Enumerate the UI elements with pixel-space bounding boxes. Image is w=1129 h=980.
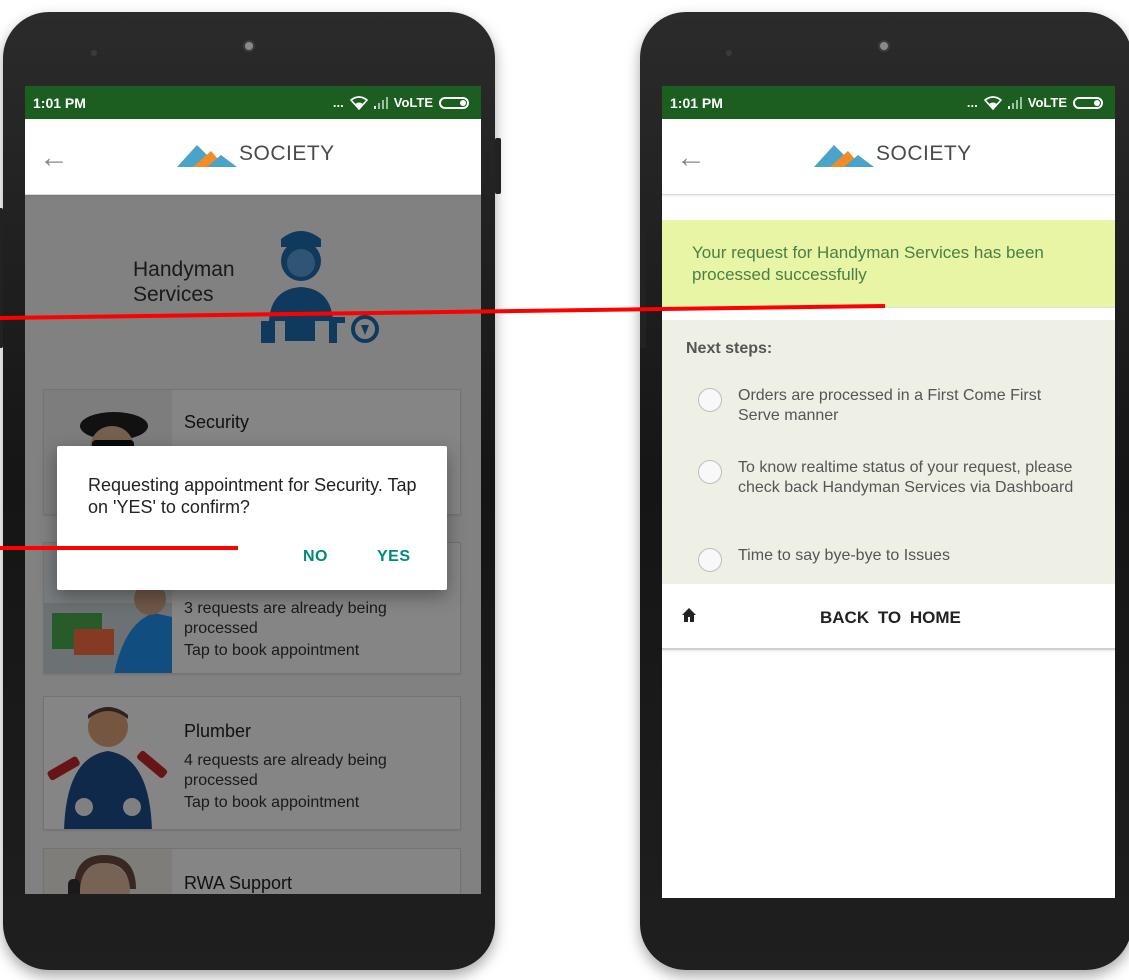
radio-icon[interactable] [698, 388, 722, 412]
next-steps-panel: Next steps: Orders are processed in a Fi… [662, 320, 1115, 584]
status-indicators: ... VoLTE [333, 95, 469, 110]
status-time: 1:01 PM [670, 94, 723, 111]
success-message: Your request for Handyman Services has b… [692, 243, 1044, 284]
status-bar: 1:01 PM ... VoLTE [25, 86, 481, 119]
radio-icon[interactable] [698, 548, 722, 572]
step-item[interactable]: Orders are processed in a First Come Fir… [698, 386, 1078, 426]
battery-icon [439, 96, 469, 109]
no-button[interactable]: NO [303, 548, 328, 566]
power-button [495, 138, 501, 194]
step-text: Orders are processed in a First Come Fir… [738, 387, 1042, 424]
radio-icon[interactable] [698, 460, 722, 484]
yes-button[interactable]: YES [377, 548, 411, 566]
wifi-icon [983, 95, 1002, 110]
back-to-home-label: BACK TO HOME [820, 608, 961, 627]
status-bar: 1:01 PM ... VoLTE [662, 86, 1115, 119]
home-icon [682, 608, 696, 622]
logo-text: SOCIETY [876, 142, 972, 165]
success-banner: Your request for Handyman Services has b… [662, 220, 1115, 308]
step-item[interactable]: Time to say bye-bye to Issues [698, 546, 1078, 572]
right-screen: 1:01 PM ... VoLTE ← SOCIETY Your request… [662, 86, 1115, 898]
front-sensor [91, 50, 97, 56]
app-bar: ← SOCIETY [662, 119, 1115, 195]
signal-icon [1007, 96, 1022, 109]
front-sensor [726, 50, 732, 56]
step-item[interactable]: To know realtime status of your request,… [698, 458, 1078, 498]
signal-icon [373, 96, 388, 109]
app-bar: ← SOCIETY [25, 119, 481, 195]
back-arrow-icon[interactable]: ← [676, 143, 706, 173]
more-icon: ... [966, 95, 978, 110]
earpiece-speaker [878, 40, 890, 52]
society-logo: SOCIETY [814, 141, 972, 167]
confirm-dialog: Requesting appointment for Security. Tap… [57, 446, 447, 590]
more-icon: ... [332, 95, 344, 110]
society-logo-icon [177, 145, 237, 167]
society-logo: SOCIETY [177, 141, 335, 167]
back-arrow-icon[interactable]: ← [39, 143, 69, 173]
volume-button [0, 208, 3, 348]
status-indicators: ... VoLTE [967, 95, 1103, 110]
volume-button [640, 208, 646, 348]
phone-left: 1:01 PM ... VoLTE ← SOCIETY Handyman Ser… [0, 12, 501, 970]
status-time: 1:01 PM [33, 94, 86, 111]
dialog-message: Requesting appointment for Security. Tap… [88, 475, 417, 517]
step-text: To know realtime status of your request,… [738, 459, 1074, 496]
left-screen: 1:01 PM ... VoLTE ← SOCIETY Handyman Ser… [25, 86, 481, 894]
earpiece-speaker [243, 40, 255, 52]
society-logo-icon [814, 145, 874, 167]
logo-text: SOCIETY [239, 142, 335, 165]
step-text: Time to say bye-bye to Issues [738, 547, 950, 564]
back-to-home-button[interactable]: BACK TO HOME [662, 584, 1115, 650]
next-steps-title: Next steps: [686, 340, 773, 357]
battery-icon [1073, 96, 1103, 109]
phone-right: 1:01 PM ... VoLTE ← SOCIETY Your request… [640, 12, 1129, 970]
wifi-icon [349, 95, 368, 110]
network-label: VoLTE [1027, 95, 1067, 110]
network-label: VoLTE [393, 95, 433, 110]
